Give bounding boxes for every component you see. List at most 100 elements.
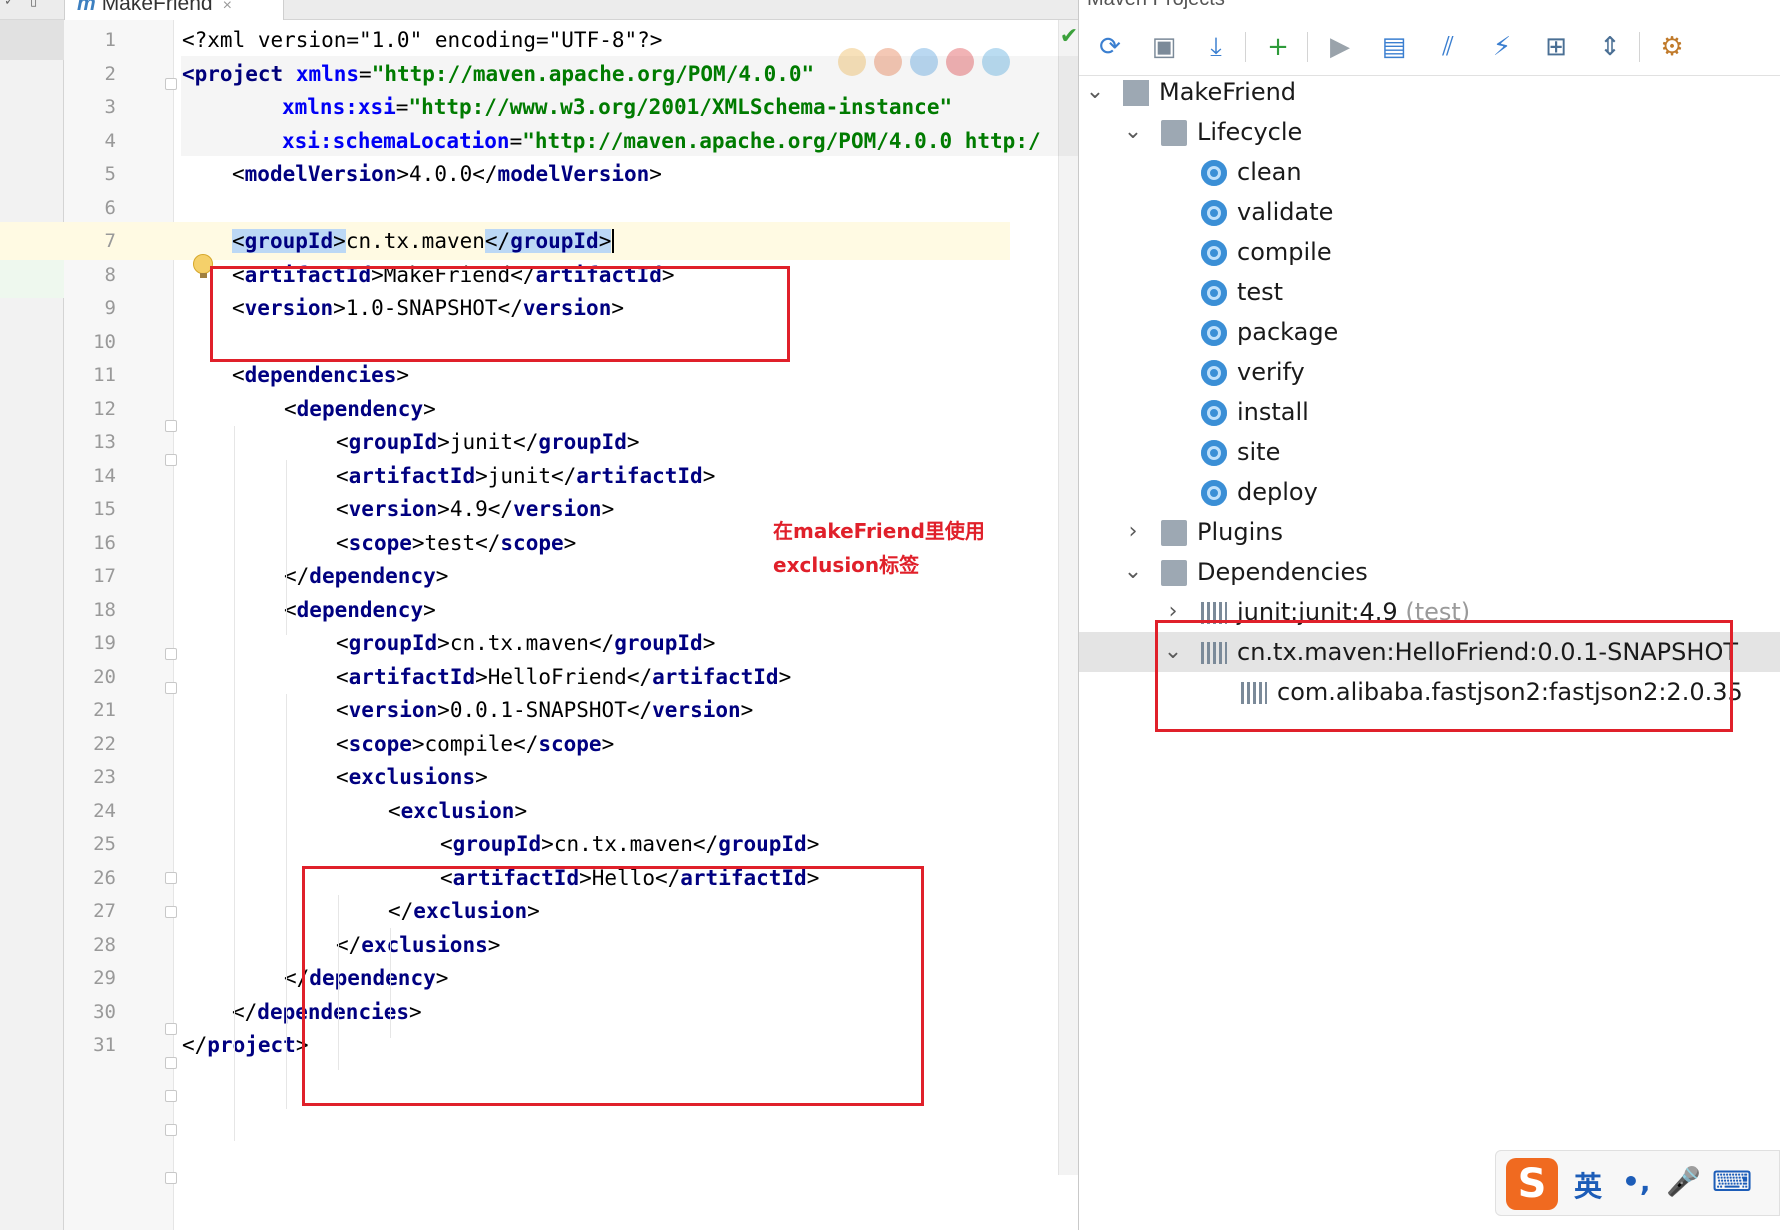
fold-marker[interactable] — [165, 78, 177, 90]
line-number: 23 — [93, 766, 116, 788]
tree-node-phase[interactable]: install — [1079, 392, 1780, 432]
chrome-icon[interactable] — [838, 48, 866, 76]
tree-node-plugins[interactable]: › Plugins — [1079, 512, 1780, 552]
code-text[interactable]: <?xml version="1.0" encoding="UTF-8"?> — [182, 21, 662, 59]
indent-guide — [234, 426, 235, 1141]
ie-icon[interactable] — [982, 48, 1010, 76]
panel-icon[interactable]: ▯ — [30, 0, 37, 9]
tree-label: package — [1237, 318, 1339, 346]
fold-marker[interactable] — [165, 1090, 177, 1102]
run-icon[interactable]: ▶ — [1323, 30, 1357, 64]
editor-scrollbar[interactable]: ✔ — [1058, 20, 1078, 1175]
reimport-icon[interactable]: ⟳ — [1093, 30, 1127, 64]
code-text[interactable]: <groupId>cn.tx.maven</groupId> — [232, 222, 615, 260]
code-text[interactable]: <groupId>cn.tx.maven</groupId> — [336, 624, 715, 662]
fold-marker[interactable] — [165, 454, 177, 466]
settings-icon[interactable]: ⚙ — [1655, 30, 1689, 64]
fold-marker[interactable] — [165, 682, 177, 694]
tree-label: MakeFriend — [1159, 78, 1297, 106]
safari-icon[interactable] — [910, 48, 938, 76]
code-text[interactable]: </dependency> — [284, 557, 448, 595]
gear-icon — [1201, 200, 1227, 226]
fold-marker[interactable] — [165, 872, 177, 884]
dep1-group-value: junit — [449, 430, 514, 454]
fold-marker[interactable] — [165, 1057, 177, 1069]
code-text[interactable]: <groupId>cn.tx.maven</groupId> — [440, 825, 819, 863]
chevron-down-icon[interactable]: ⌄ — [1123, 552, 1143, 592]
fold-marker[interactable] — [165, 906, 177, 918]
chevron-down-icon[interactable]: ⌄ — [1085, 72, 1105, 112]
line-number: 9 — [104, 297, 116, 319]
tree-label: site — [1237, 438, 1281, 466]
dep2-artifact-value: HelloFriend — [487, 665, 627, 689]
code-text[interactable]: <modelVersion>4.0.0</modelVersion> — [232, 155, 662, 193]
check-icon[interactable]: ✓ — [4, 0, 15, 9]
collapse-all-icon[interactable]: ⇕ — [1593, 30, 1627, 64]
tree-node-project[interactable]: ⌄ MakeFriend — [1079, 72, 1780, 112]
line-number: 21 — [93, 699, 116, 721]
indent-guide — [286, 694, 287, 1109]
code-text[interactable]: </project> — [182, 1026, 308, 1064]
model-version-value: 4.0.0 — [409, 162, 473, 186]
maven-panel-title: Maven Projects — [1087, 0, 1225, 11]
run-config-icon[interactable]: ▤ — [1377, 30, 1411, 64]
download-icon[interactable]: ⤓ — [1199, 30, 1233, 64]
tree-node-dependencies[interactable]: ⌄ Dependencies — [1079, 552, 1780, 592]
skip-tests-icon[interactable]: ⚡ — [1485, 30, 1519, 64]
annotation-text-line1: 在makeFriend里使用 — [773, 519, 985, 543]
tree-node-lifecycle[interactable]: ⌄ Lifecycle — [1079, 112, 1780, 152]
firefox-icon[interactable] — [874, 48, 902, 76]
tree-node-phase[interactable]: validate — [1079, 192, 1780, 232]
maven-file-icon: m — [77, 0, 96, 15]
fold-marker[interactable] — [165, 420, 177, 432]
tree-node-phase[interactable]: compile — [1079, 232, 1780, 272]
dep1-version-value: 4.9 — [449, 497, 488, 521]
no-errors-check-icon: ✔ — [1059, 24, 1079, 49]
gear-icon — [1201, 240, 1227, 266]
toggle-offline-icon[interactable]: ⫽ — [1431, 30, 1465, 64]
chevron-right-icon[interactable]: › — [1123, 512, 1143, 552]
tree-node-phase[interactable]: verify — [1079, 352, 1780, 392]
tree-node-phase[interactable]: clean — [1079, 152, 1780, 192]
dep1-scope-value: test — [424, 531, 476, 555]
line-number: 11 — [93, 364, 116, 386]
code-line: 19 <groupId>cn.tx.maven</groupId> — [0, 624, 1010, 662]
code-text[interactable]: <version>0.0.1-SNAPSHOT</version> — [336, 691, 753, 729]
editor-tab-makefriend[interactable]: m MakeFriend × — [64, 0, 284, 20]
keyboard-icon[interactable]: ⌨ — [1712, 1165, 1752, 1198]
close-icon[interactable]: × — [223, 0, 232, 14]
dep2-group-value: cn.tx.maven — [449, 631, 589, 655]
ime-punctuation-toggle[interactable]: •, — [1622, 1165, 1651, 1198]
tree-node-phase[interactable]: site — [1079, 432, 1780, 472]
code-text[interactable]: <version>4.9</version> — [336, 490, 614, 528]
line-number: 5 — [104, 163, 116, 185]
fold-marker[interactable] — [165, 1023, 177, 1035]
left-strip-top: ✓ ▯ — [0, 0, 64, 20]
code-text[interactable]: <groupId>junit</groupId> — [336, 423, 640, 461]
show-dependencies-icon[interactable]: ⊞ — [1539, 30, 1573, 64]
tree-node-phase[interactable]: package — [1079, 312, 1780, 352]
tree-label: deploy — [1237, 478, 1318, 506]
group-id-value: cn.tx.maven — [345, 229, 485, 253]
fold-marker[interactable] — [165, 648, 177, 660]
opera-icon[interactable] — [946, 48, 974, 76]
chevron-down-icon[interactable]: ⌄ — [1123, 112, 1143, 152]
add-icon[interactable]: + — [1261, 30, 1295, 64]
tree-node-phase[interactable]: test — [1079, 272, 1780, 312]
line-number: 7 — [104, 230, 116, 252]
tree-node-phase[interactable]: deploy — [1079, 472, 1780, 512]
ime-language-toggle[interactable]: 英 — [1574, 1165, 1602, 1205]
toolbar-separator — [1245, 32, 1246, 62]
microphone-icon[interactable]: 🎤 — [1666, 1165, 1701, 1198]
generate-sources-icon[interactable]: ▣ — [1147, 30, 1181, 64]
fold-marker[interactable] — [165, 1172, 177, 1184]
fold-marker[interactable] — [165, 1124, 177, 1136]
gear-icon — [1201, 440, 1227, 466]
gear-icon — [1201, 160, 1227, 186]
line-number: 1 — [104, 29, 116, 51]
xml-declaration: <?xml version="1.0" encoding="UTF-8"?> — [182, 28, 663, 52]
line-number: 25 — [93, 833, 116, 855]
sogou-logo-icon[interactable]: S — [1506, 1158, 1558, 1210]
excl-group-value: cn.tx.maven — [553, 832, 693, 856]
code-text[interactable]: <exclusions> — [336, 758, 488, 796]
